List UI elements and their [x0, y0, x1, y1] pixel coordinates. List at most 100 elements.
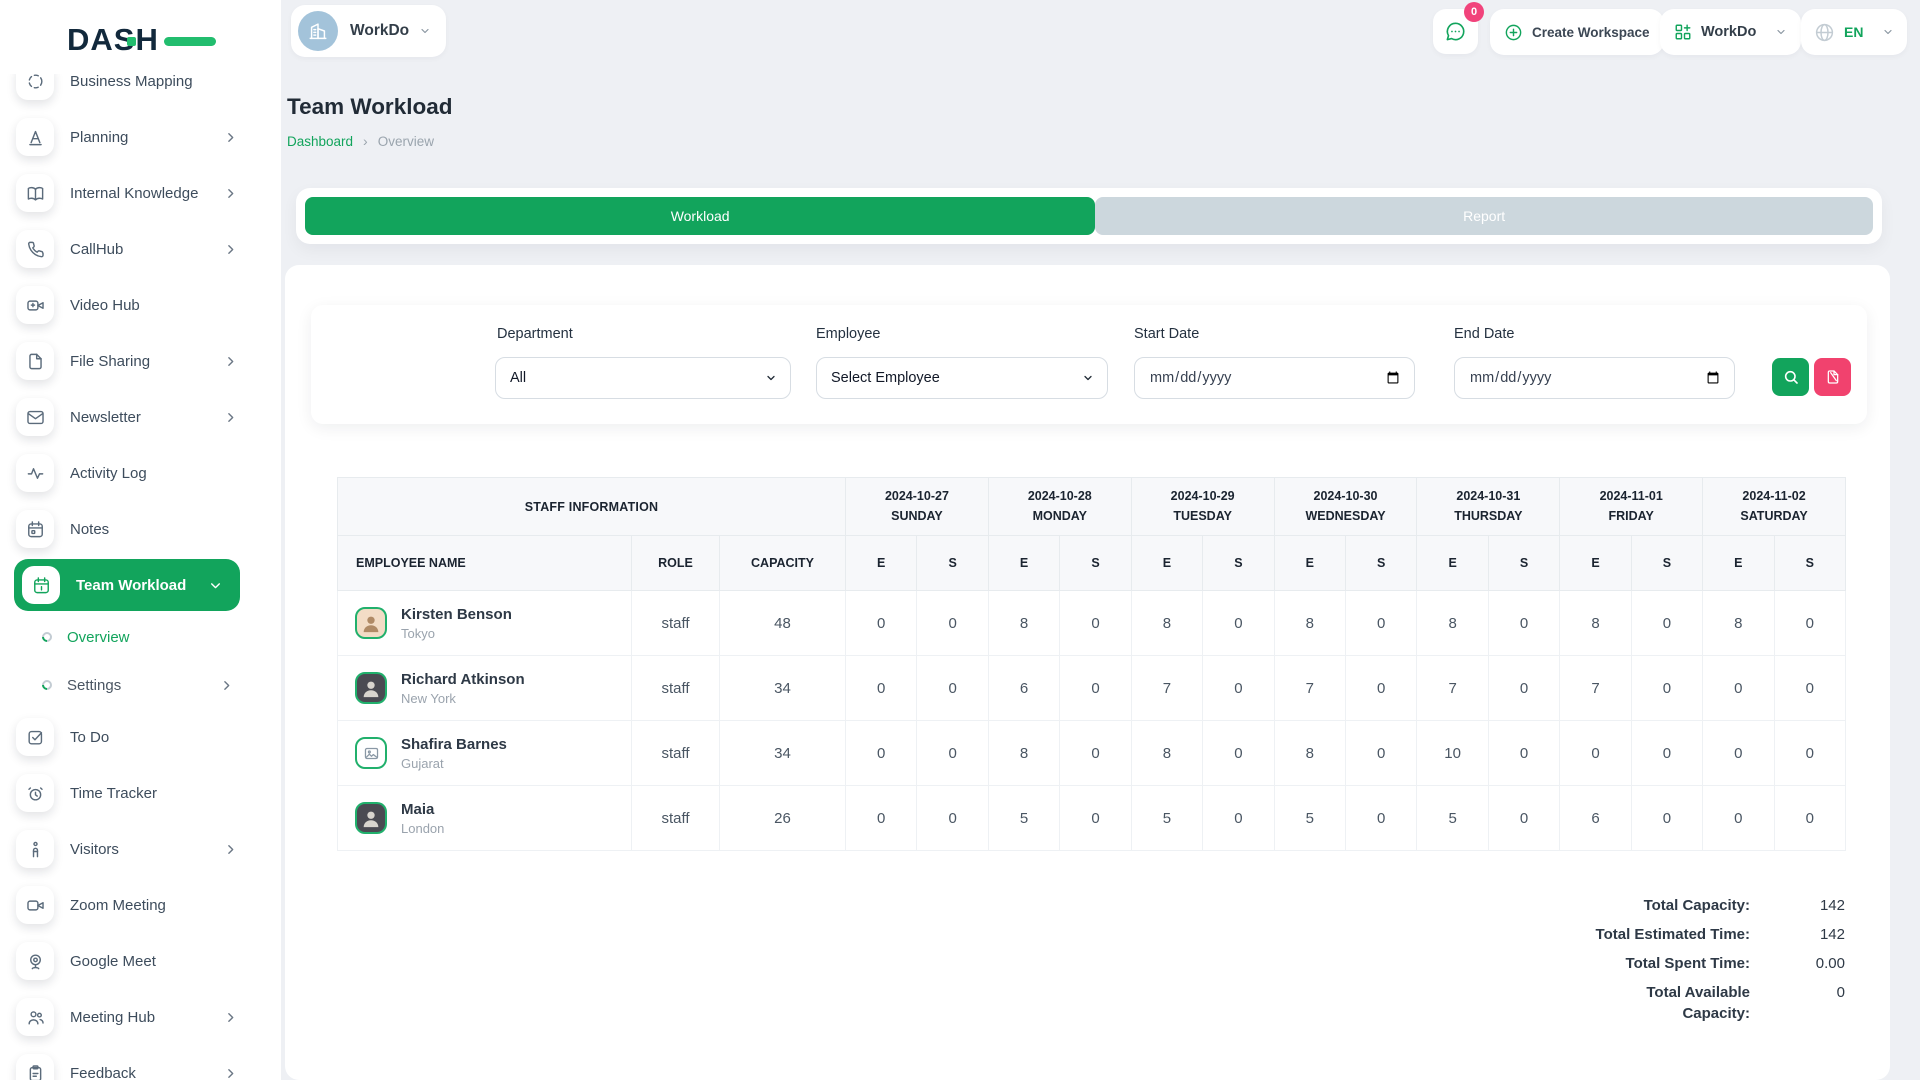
sidebar-item-file-sharing[interactable]: File Sharing — [0, 333, 281, 389]
employee-location: Gujarat — [401, 756, 507, 771]
sidebar-item-planning[interactable]: Planning — [0, 109, 281, 165]
video-icon — [16, 886, 54, 924]
subcolumn-header-s: S — [1774, 536, 1845, 591]
sidebar-item-feedback[interactable]: Feedback — [0, 1045, 281, 1080]
end-date-input[interactable] — [1454, 357, 1735, 399]
table-row: MaiaLondonstaff2600505050506000 — [338, 786, 1846, 851]
sidebar-item-time-tracker[interactable]: Time Tracker — [0, 765, 281, 821]
broken-image-icon — [355, 737, 387, 769]
sidebar-item-activity-log[interactable]: Activity Log — [0, 445, 281, 501]
column-header-capacity: CAPACITY — [720, 536, 846, 591]
sidebar-item-video-hub[interactable]: Video Hub — [0, 277, 281, 333]
brand-logo-text: DASH — [67, 22, 159, 58]
sidebar-item-label: Planning — [70, 129, 128, 146]
start-date-label: Start Date — [1134, 326, 1199, 342]
create-workspace-button[interactable]: Create Workspace — [1490, 9, 1664, 55]
messages-count-badge: 0 — [1464, 2, 1484, 22]
sync-icon — [16, 74, 54, 100]
sidebar-item-to-do[interactable]: To Do — [0, 709, 281, 765]
subcolumn-header-e: E — [1560, 536, 1631, 591]
tab-report[interactable]: Report — [1095, 197, 1873, 235]
reset-button[interactable] — [1814, 358, 1851, 396]
sidebar-item-meeting-hub[interactable]: Meeting Hub — [0, 989, 281, 1045]
department-select[interactable]: All — [495, 357, 791, 399]
totals-value: 142 — [1750, 924, 1845, 945]
sidebar-item-newsletter[interactable]: Newsletter — [0, 389, 281, 445]
sidebar-item-visitors[interactable]: Visitors — [0, 821, 281, 877]
spent-value-cell: 0 — [1060, 721, 1131, 786]
estimated-value-cell: 0 — [846, 786, 917, 851]
chevron-right-icon: › — [363, 133, 368, 149]
estimated-value-cell: 6 — [988, 656, 1059, 721]
employee-cell: Shafira BarnesGujarat — [338, 721, 632, 786]
employee-select[interactable]: Select Employee — [816, 357, 1108, 399]
column-header-employee-name: EMPLOYEE NAME — [338, 536, 632, 591]
chevron-right-icon — [224, 1011, 237, 1024]
day-header: 2024-11-02SATURDAY — [1703, 478, 1846, 536]
department-label: Department — [497, 326, 573, 342]
employee-name: Kirsten Benson — [401, 605, 512, 625]
subcolumn-header-s: S — [1346, 536, 1417, 591]
totals-row: Total Estimated Time:142 — [1596, 924, 1845, 945]
totals-summary: Total Capacity:142Total Estimated Time:1… — [1596, 895, 1845, 1032]
sidebar-item-notes[interactable]: Notes — [0, 501, 281, 557]
grid-plus-icon — [1674, 23, 1692, 41]
workspace-selector[interactable]: WorkDo — [291, 5, 446, 57]
sidebar-item-label: File Sharing — [70, 353, 150, 370]
employee-cell: Kirsten BensonTokyo — [338, 591, 632, 656]
chevron-right-icon — [224, 411, 237, 424]
avatar — [355, 672, 387, 704]
estimated-value-cell: 5 — [1131, 786, 1202, 851]
start-date-input[interactable] — [1134, 357, 1415, 399]
totals-label: Total Estimated Time: — [1596, 924, 1750, 945]
brand-logo[interactable]: DASH — [67, 20, 159, 60]
estimated-value-cell: 8 — [1274, 591, 1345, 656]
language-selector[interactable]: EN — [1801, 9, 1907, 55]
users-icon — [16, 998, 54, 1036]
subcolumn-header-s: S — [1060, 536, 1131, 591]
sidebar-item-internal-knowledge[interactable]: Internal Knowledge — [0, 165, 281, 221]
planning-icon — [16, 118, 54, 156]
spent-value-cell: 0 — [917, 656, 988, 721]
spent-value-cell: 0 — [1488, 721, 1559, 786]
sidebar-item-team-workload[interactable]: Team Workload — [14, 559, 240, 611]
messages-button[interactable]: 0 — [1433, 9, 1478, 54]
sidebar-item-business-mapping[interactable]: Business Mapping — [0, 74, 281, 109]
estimated-value-cell: 0 — [1703, 786, 1774, 851]
workload-table-container: STAFF INFORMATION2024-10-27SUNDAY2024-10… — [337, 477, 1846, 851]
subcolumn-header-s: S — [1488, 536, 1559, 591]
brand-logo-accent-dot — [127, 37, 136, 46]
globe-icon — [1814, 22, 1835, 43]
day-header: 2024-10-31THURSDAY — [1417, 478, 1560, 536]
tab-workload[interactable]: Workload — [305, 197, 1095, 235]
sidebar-item-label: To Do — [70, 729, 109, 746]
sidebar-subitem-overview[interactable]: Overview — [0, 613, 281, 661]
sidebar-item-label: Internal Knowledge — [70, 185, 198, 202]
chevron-right-icon — [224, 187, 237, 200]
sidebar-item-label: Video Hub — [70, 297, 140, 314]
sidebar-item-label: Visitors — [70, 841, 119, 858]
sidebar-subitem-settings[interactable]: Settings — [0, 661, 281, 709]
estimated-value-cell: 8 — [1131, 591, 1202, 656]
sidebar-item-label: Activity Log — [70, 465, 147, 482]
estimated-value-cell: 8 — [1131, 721, 1202, 786]
avatar — [355, 802, 387, 834]
sidebar-item-zoom-meeting[interactable]: Zoom Meeting — [0, 877, 281, 933]
spent-value-cell: 0 — [1203, 656, 1274, 721]
totals-value: 0.00 — [1750, 953, 1845, 974]
table-row: Shafira BarnesGujaratstaff34008080801000… — [338, 721, 1846, 786]
spent-value-cell: 0 — [1774, 591, 1845, 656]
sidebar-item-callhub[interactable]: CallHub — [0, 221, 281, 277]
sidebar-item-label: Feedback — [70, 1065, 136, 1080]
calendar-day-icon — [22, 566, 60, 604]
mail-icon — [16, 398, 54, 436]
workdo-apps-button[interactable]: WorkDo — [1660, 9, 1801, 55]
sidebar-item-label: Time Tracker — [70, 785, 157, 802]
employee-name: Richard Atkinson — [401, 670, 525, 690]
search-button[interactable] — [1772, 358, 1809, 396]
breadcrumb-dashboard-link[interactable]: Dashboard — [287, 134, 353, 149]
table-row: Richard AtkinsonNew Yorkstaff34006070707… — [338, 656, 1846, 721]
sidebar-item-google-meet[interactable]: Google Meet — [0, 933, 281, 989]
estimated-value-cell: 8 — [988, 721, 1059, 786]
day-header: 2024-11-01FRIDAY — [1560, 478, 1703, 536]
